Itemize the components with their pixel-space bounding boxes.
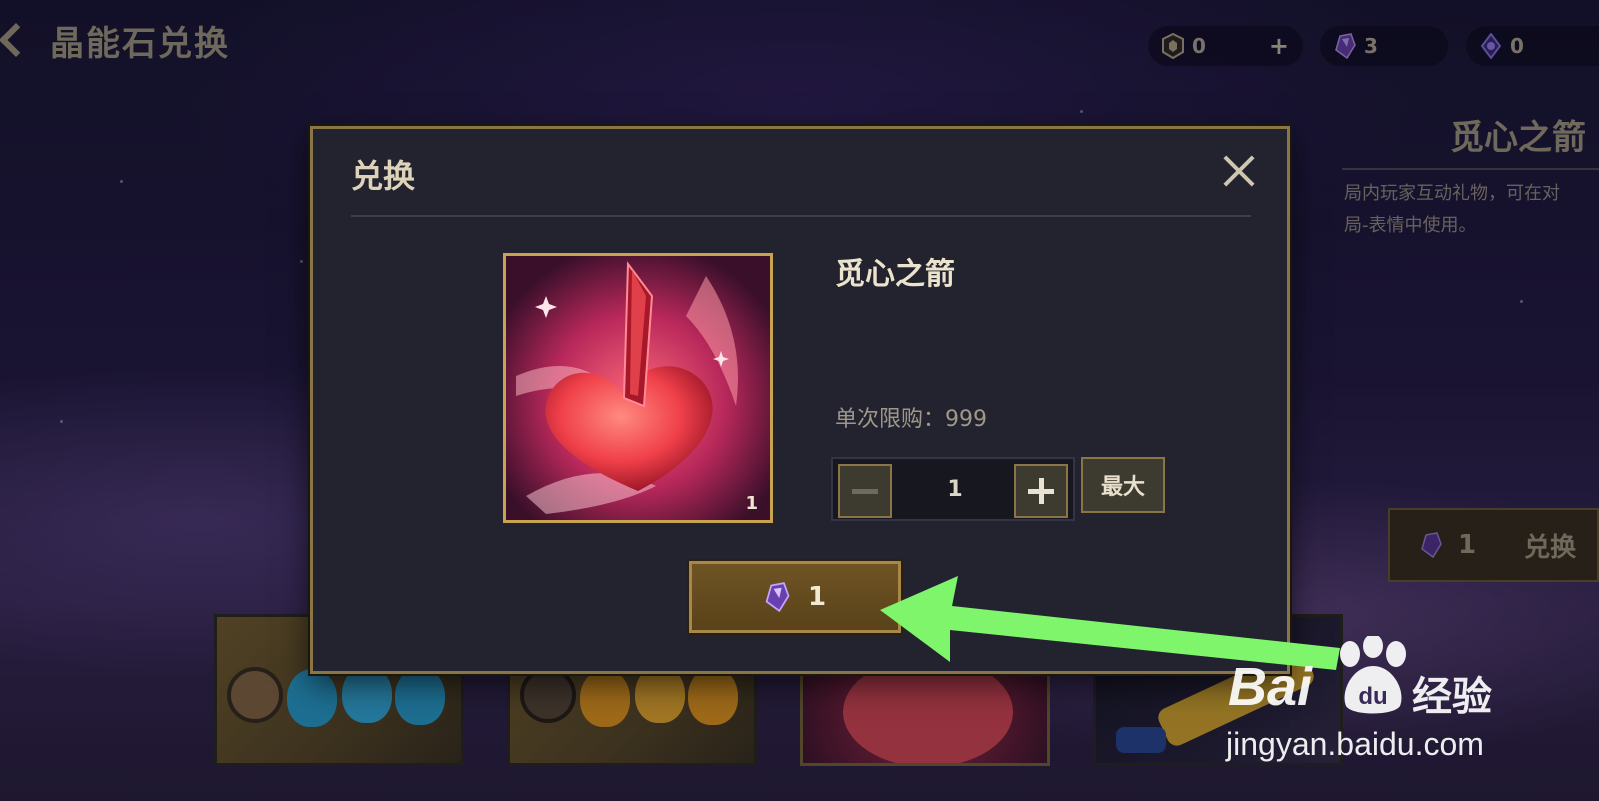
- confirm-exchange-cost: 1: [807, 582, 827, 612]
- confirm-exchange-button[interactable]: 1: [689, 561, 901, 633]
- purple-crystal-icon: [765, 582, 790, 612]
- minus-icon: [852, 488, 878, 494]
- increase-quantity-button[interactable]: [1014, 464, 1068, 518]
- baidu-brand-text: Bai: [1228, 657, 1313, 717]
- close-icon[interactable]: [1221, 153, 1257, 189]
- quantity-input[interactable]: [897, 459, 1013, 519]
- heart-pierced-by-arrow-icon: [506, 256, 770, 520]
- item-quantity-badge: 1: [745, 493, 758, 514]
- baidu-paw-icon: du: [1340, 636, 1406, 714]
- quantity-stepper: [831, 457, 1075, 521]
- max-quantity-button[interactable]: 最大: [1081, 457, 1165, 513]
- item-image: 1: [503, 253, 773, 523]
- baidu-paw-text: du: [1358, 683, 1387, 710]
- item-name: 觅心之箭: [835, 257, 955, 292]
- watermark-suffix: 经验: [1412, 674, 1492, 720]
- decrease-quantity-button[interactable]: [838, 464, 892, 518]
- purchase-limit-text: 单次限购：999: [835, 407, 987, 432]
- exchange-dialog: 兑换 1 觅心之箭 单次限购：999 1 最大 1: [310, 126, 1290, 674]
- baidu-watermark: du Bai 经验 jingyan.baidu.com: [1220, 636, 1580, 766]
- dialog-title: 兑换: [351, 157, 416, 195]
- dialog-divider: [351, 215, 1251, 217]
- plus-icon-vertical: [1038, 478, 1044, 504]
- watermark-url: jingyan.baidu.com: [1226, 726, 1484, 762]
